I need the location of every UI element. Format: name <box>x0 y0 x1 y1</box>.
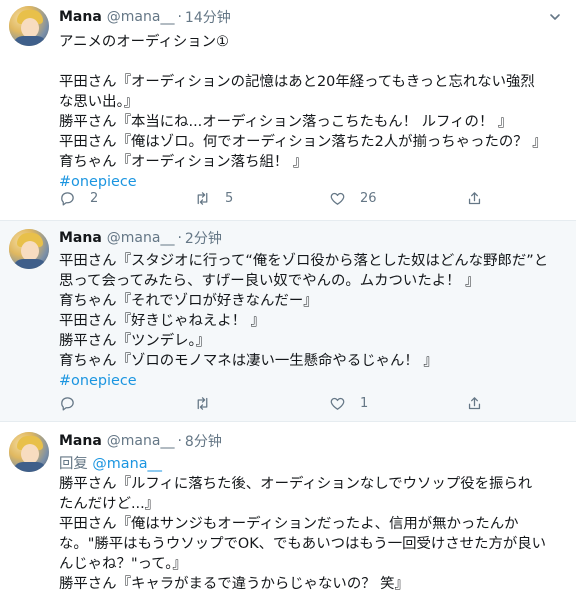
retweet-icon <box>197 191 208 205</box>
reply-icon <box>61 396 74 411</box>
author-handle[interactable]: @mana__ <box>107 9 175 25</box>
tweet-1[interactable]: Mana @mana__ · 14分钟 アニメのオーディション① 平田さん『オー… <box>0 0 576 221</box>
heart-icon <box>330 192 345 205</box>
retweet-button[interactable] <box>194 391 225 415</box>
retweet-icon <box>197 396 208 410</box>
timestamp[interactable]: 2分钟 <box>185 228 222 248</box>
like-button[interactable]: 1 <box>329 391 368 415</box>
share-icon <box>468 396 481 409</box>
retweet-button[interactable]: 5 <box>194 186 233 210</box>
tweet-header: Mana @mana__ · 14分钟 <box>59 6 564 28</box>
author-name[interactable]: Mana <box>59 433 102 449</box>
separator-dot: · <box>177 9 182 25</box>
tweet-line: 勝平さん『ルフィに落ちた後、オーディションなしでウソップ役を振られ <box>59 476 533 492</box>
reply-button[interactable] <box>59 391 90 415</box>
tweet-line: 勝平さん『ツンデレ。』 <box>59 333 211 349</box>
retweet-count: 5 <box>225 190 234 206</box>
tweet-line: たんだけど...』 <box>59 496 160 512</box>
author-handle[interactable]: @mana__ <box>107 433 175 449</box>
reply-icon <box>61 191 74 206</box>
timestamp[interactable]: 8分钟 <box>185 431 222 451</box>
mention-link[interactable]: @mana__ <box>92 456 162 472</box>
tweet-2[interactable]: Mana @mana__ · 2分钟 平田さん『スタジオに行って“俺をゾロ役から… <box>0 221 576 422</box>
tweet-line: 平田さん『オーディションの記憶はあと20年経ってもきっと忘れない強烈 <box>59 74 535 90</box>
avatar[interactable] <box>9 229 49 269</box>
tweet-text: 勝平さん『ルフィに落ちた後、オーディションなしでウソップ役を振られ たんだけど.… <box>59 474 564 594</box>
tweet-text: 平田さん『スタジオに行って“俺をゾロ役から落とした奴はどんな野郎だ”と 思って会… <box>59 251 564 391</box>
share-icon <box>468 191 481 204</box>
tweet-line: 育ちゃん『ゾロのモノマネは凄い一生懸命やるじゃん！ 』 <box>59 353 438 369</box>
tweet-line: 勝平さん『キャラがまるで違うからじゃないの？ 笑』 <box>59 576 409 592</box>
like-count: 1 <box>360 395 369 411</box>
tweet-actions: 1 <box>59 391 519 415</box>
chevron-down-icon[interactable] <box>548 10 562 24</box>
author-name[interactable]: Mana <box>59 230 102 246</box>
heart-icon <box>330 397 345 410</box>
avatar[interactable] <box>9 6 49 46</box>
reply-button[interactable]: 2 <box>59 186 98 210</box>
tweet-line: 育ちゃん『それでゾロが好きなんだー』 <box>59 293 318 309</box>
author-handle[interactable]: @mana__ <box>107 230 175 246</box>
separator-dot: · <box>177 230 182 246</box>
like-button[interactable]: 26 <box>329 186 377 210</box>
share-button[interactable] <box>466 186 497 210</box>
tweet-line: な思い出。』 <box>59 94 139 110</box>
share-button[interactable] <box>466 391 497 415</box>
tweet-line: 思って会ってみたら、すげー良い奴でやんの。ムカついたよ！ 』 <box>59 273 480 289</box>
tweet-line: 平田さん『俺はゾロ。何でオーディション落ちた2人が揃っちゃったの？ 』 <box>59 134 547 150</box>
tweet-line: 育ちゃん『オーディション落ち組！ 』 <box>59 154 308 170</box>
author-name[interactable]: Mana <box>59 9 102 25</box>
tweet-header: Mana @mana__ · 8分钟 <box>59 430 564 452</box>
tweet-line: 平田さん『好きじゃねえよ！ 』 <box>59 313 266 329</box>
hashtag-link[interactable]: #onepiece <box>59 371 564 391</box>
reply-context: 回复 @mana__ <box>59 454 564 474</box>
tweet-line <box>59 52 564 72</box>
avatar[interactable] <box>9 432 49 472</box>
reply-label: 回复 <box>59 456 88 472</box>
tweet-header: Mana @mana__ · 2分钟 <box>59 227 564 249</box>
tweet-line: アニメのオーディション① <box>59 34 229 50</box>
tweet-line: 平田さん『俺はサンジもオーディションだったよ、信用が無かったんか <box>59 516 519 532</box>
tweet-line: 勝平さん『本当にね...オーディション落っこちたもん！ ルフィの！ 』 <box>59 114 513 130</box>
tweet-3[interactable]: Mana @mana__ · 8分钟 回复 @mana__ 勝平さん『ルフィに落… <box>0 422 576 600</box>
reply-count: 2 <box>90 190 99 206</box>
tweet-line: な。"勝平はもうウソップでOK、でもあいつはもう一回受けさせた方が良い <box>59 536 547 552</box>
tweet-line: 平田さん『スタジオに行って“俺をゾロ役から落とした奴はどんな野郎だ”と <box>59 253 549 269</box>
separator-dot: · <box>177 433 182 449</box>
tweet-line: んじゃね？"って。』 <box>59 556 187 572</box>
like-count: 26 <box>360 190 377 206</box>
tweet-text: アニメのオーディション① 平田さん『オーディションの記憶はあと20年経ってもきっ… <box>59 32 564 192</box>
timestamp[interactable]: 14分钟 <box>185 7 231 27</box>
tweet-actions: 2 5 26 <box>59 186 519 210</box>
